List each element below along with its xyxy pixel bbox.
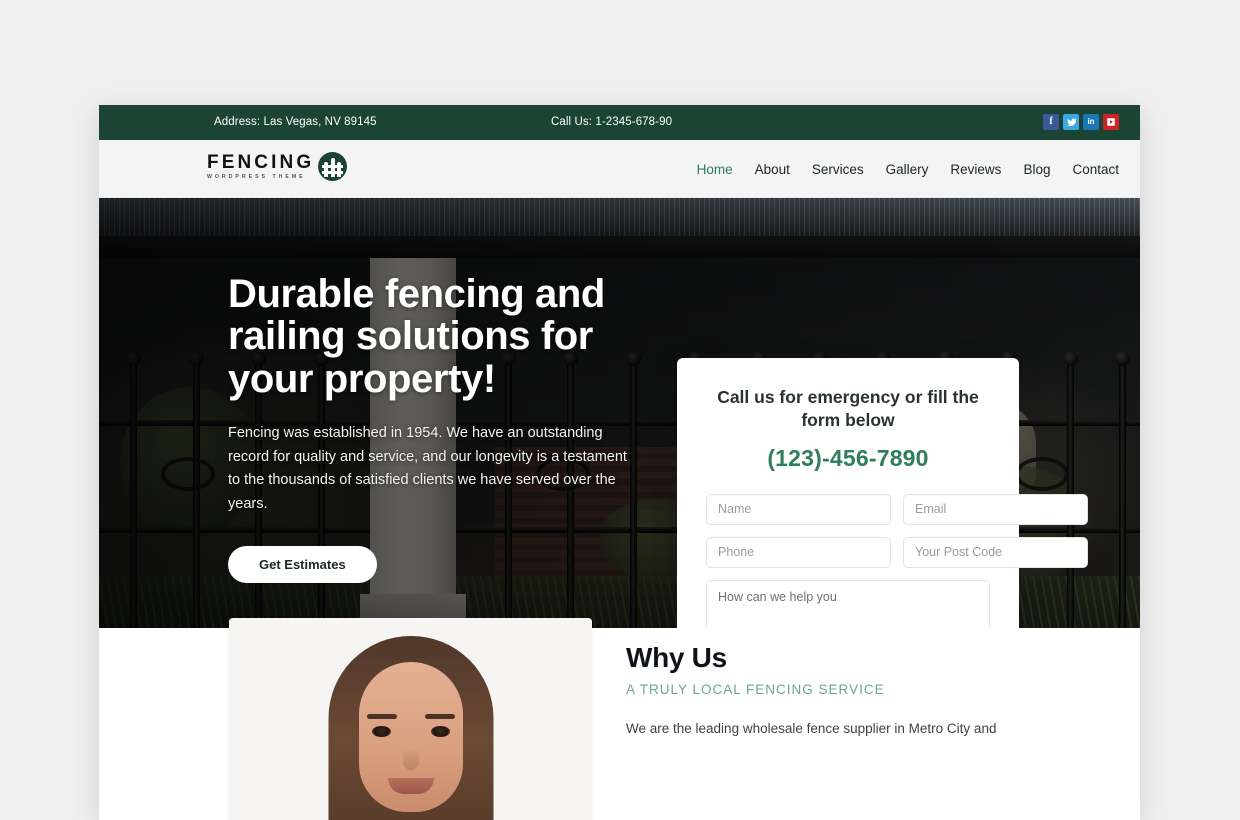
main-navigation: Home About Services Gallery Reviews Blog… [697, 140, 1119, 198]
call-us-text: Call Us: 1-2345-678-90 [551, 116, 673, 128]
nav-item-contact[interactable]: Contact [1072, 162, 1119, 177]
linkedin-icon[interactable]: in [1083, 114, 1099, 130]
site-logo[interactable]: FENCING WORDPRESS THEME [207, 151, 348, 181]
logo-text-block: FENCING WORDPRESS THEME [207, 151, 315, 181]
why-us-section: Why Us A TRULY LOCAL FENCING SERVICE We … [99, 618, 1140, 820]
nav-item-about[interactable]: About [755, 162, 790, 177]
nav-item-home[interactable]: Home [697, 162, 733, 177]
logo-tagline: WORDPRESS THEME [207, 174, 306, 181]
nav-item-gallery[interactable]: Gallery [886, 162, 929, 177]
site-header: FENCING WORDPRESS THEME Home About Servi… [99, 140, 1140, 198]
nav-item-reviews[interactable]: Reviews [950, 162, 1001, 177]
social-links: f in [1043, 114, 1119, 130]
why-us-subtitle: A TRULY LOCAL FENCING SERVICE [626, 682, 885, 697]
fence-circle-icon [318, 152, 348, 181]
website-page: Address: Las Vegas, NV 89145 Call Us: 1-… [99, 105, 1140, 820]
hero-title: Durable fencing and railing solutions fo… [228, 272, 605, 401]
email-input[interactable] [903, 493, 1088, 525]
postcode-input[interactable] [903, 536, 1088, 568]
message-textarea[interactable] [706, 579, 990, 628]
form-row-2 [706, 536, 1088, 568]
form-heading: Call us for emergency or fill the form b… [717, 387, 979, 431]
twitter-icon[interactable] [1063, 114, 1079, 130]
form-row-1 [706, 493, 1088, 525]
why-us-text-block: Why Us A TRULY LOCAL FENCING SERVICE We … [626, 642, 1046, 740]
hero-section: Durable fencing and railing solutions fo… [99, 198, 1140, 628]
why-us-title: Why Us [626, 642, 727, 673]
logo-wordmark: FENCING [207, 151, 315, 173]
hero-paragraph: Fencing was established in 1954. We have… [228, 425, 627, 513]
top-info-bar: Address: Las Vegas, NV 89145 Call Us: 1-… [99, 105, 1140, 140]
form-phone-number[interactable]: (123)-456-7890 [706, 445, 990, 472]
hero-content: Durable fencing and railing solutions fo… [228, 273, 648, 583]
why-us-photo [229, 618, 592, 820]
nav-item-services[interactable]: Services [812, 162, 864, 177]
nav-item-blog[interactable]: Blog [1023, 162, 1050, 177]
contact-form-card: Call us for emergency or fill the form b… [677, 358, 1088, 628]
form-fields: Submit My Request [706, 493, 1088, 628]
facebook-icon[interactable]: f [1043, 114, 1059, 130]
why-us-body-text: We are the leading wholesale fence suppl… [626, 721, 997, 736]
phone-input[interactable] [706, 536, 891, 568]
get-estimates-button[interactable]: Get Estimates [228, 545, 377, 583]
youtube-icon[interactable] [1103, 114, 1119, 130]
name-input[interactable] [706, 493, 891, 525]
address-text: Address: Las Vegas, NV 89145 [214, 116, 377, 128]
